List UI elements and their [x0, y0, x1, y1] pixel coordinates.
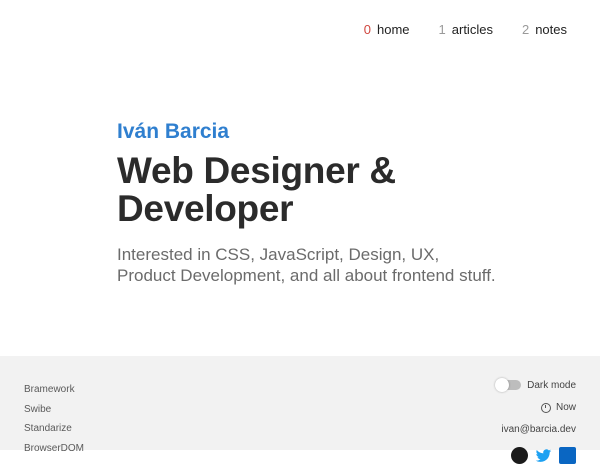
page-title: Web Designer & Developer [117, 150, 396, 229]
footer-right: Dark mode Now ivan@barcia.dev [495, 378, 576, 464]
footer-link-swibe[interactable]: Swibe [24, 400, 84, 420]
main-nav: 0 home 1 articles 2 notes [364, 22, 567, 37]
nav-label: articles [451, 22, 493, 37]
nav-item-notes[interactable]: 2 notes [522, 22, 567, 37]
dark-mode-row: Dark mode [495, 378, 576, 392]
project-links: Bramework Swibe Standarize BrowserDOM [24, 380, 84, 458]
stopwatch-icon [540, 402, 551, 413]
hero-description: Interested in CSS, JavaScript, Design, U… [117, 245, 496, 285]
nav-number: 0 [363, 22, 371, 37]
nav-item-articles[interactable]: 1 articles [439, 22, 493, 37]
nav-number: 1 [438, 22, 446, 37]
dark-mode-toggle[interactable] [495, 378, 522, 392]
footer-link-browserdom[interactable]: BrowserDOM [24, 439, 84, 459]
hero: Iván Barcia Web Designer & Developer Int… [117, 118, 497, 286]
now-link[interactable]: Now [540, 402, 576, 413]
nav-number: 2 [521, 22, 530, 37]
footer-link-bramework[interactable]: Bramework [24, 380, 84, 400]
nav-label: notes [535, 22, 567, 37]
dark-mode-label: Dark mode [527, 379, 576, 391]
footer-link-standarize[interactable]: Standarize [24, 419, 84, 439]
nav-label: home [377, 22, 410, 37]
email-link[interactable]: ivan@barcia.dev [501, 424, 576, 435]
toggle-knob [495, 378, 510, 392]
author-name: Iván Barcia [117, 120, 230, 143]
now-label: Now [555, 402, 576, 413]
footer: Bramework Swibe Standarize BrowserDOM Da… [0, 356, 600, 464]
nav-item-home[interactable]: 0 home [364, 22, 410, 37]
